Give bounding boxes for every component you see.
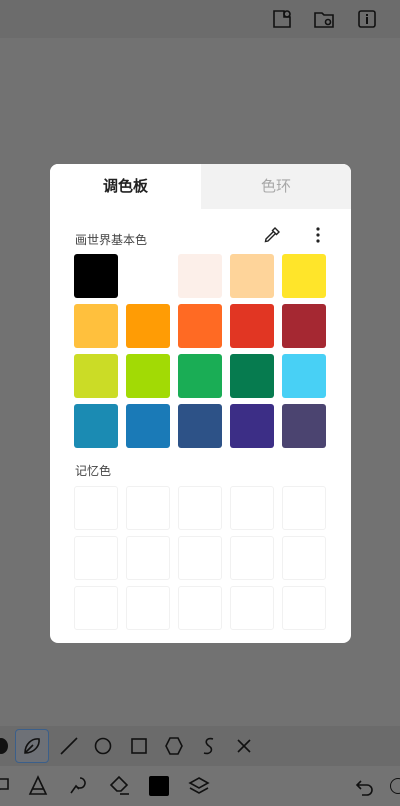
memory-color-slot[interactable] xyxy=(74,536,118,580)
close-icon[interactable] xyxy=(231,733,257,759)
color-swatch[interactable] xyxy=(178,304,222,348)
tab-palette[interactable]: 调色板 xyxy=(50,164,201,209)
freeform-shape-button[interactable] xyxy=(15,729,49,763)
dialog-tabs: 调色板 色环 xyxy=(50,164,351,209)
memory-color-slot[interactable] xyxy=(178,536,222,580)
square-icon[interactable] xyxy=(126,733,152,759)
color-swatch[interactable] xyxy=(74,354,118,398)
top-toolbar xyxy=(0,0,400,38)
memory-color-slot[interactable] xyxy=(178,586,222,630)
memory-color-slot[interactable] xyxy=(230,586,274,630)
memory-color-slot[interactable] xyxy=(126,486,170,530)
gallery-icon[interactable] xyxy=(312,7,336,31)
memory-color-slot[interactable] xyxy=(282,486,326,530)
basic-colors-label: 画世界基本色 xyxy=(75,233,148,247)
line-icon[interactable] xyxy=(56,733,82,759)
memory-color-slot[interactable] xyxy=(74,486,118,530)
main-toolbar xyxy=(0,766,400,806)
select-icon[interactable] xyxy=(0,773,14,799)
circle-icon[interactable] xyxy=(90,733,116,759)
memory-color-slot[interactable] xyxy=(230,536,274,580)
eraser-icon[interactable] xyxy=(107,773,133,799)
layers-icon[interactable] xyxy=(186,773,212,799)
color-swatch[interactable] xyxy=(282,254,326,298)
color-swatch[interactable] xyxy=(74,304,118,348)
color-swatch[interactable] xyxy=(282,304,326,348)
tab-color-wheel[interactable]: 色环 xyxy=(201,164,351,209)
layer-info-icon[interactable] xyxy=(270,7,294,31)
color-swatch[interactable] xyxy=(178,354,222,398)
lasso-icon[interactable] xyxy=(0,733,14,759)
color-swatch[interactable] xyxy=(126,254,170,298)
color-swatch[interactable] xyxy=(230,354,274,398)
memory-colors-label: 记忆色 xyxy=(75,464,112,478)
color-swatch[interactable] xyxy=(126,404,170,448)
memory-color-slot[interactable] xyxy=(282,536,326,580)
color-swatch[interactable] xyxy=(282,354,326,398)
memory-color-slot[interactable] xyxy=(282,586,326,630)
undo-icon[interactable] xyxy=(352,773,378,799)
color-swatch[interactable] xyxy=(178,404,222,448)
color-swatch[interactable] xyxy=(178,254,222,298)
memory-color-slot[interactable] xyxy=(74,586,118,630)
eyedropper-icon[interactable] xyxy=(262,225,282,245)
memory-color-slot[interactable] xyxy=(126,586,170,630)
more-options-icon[interactable] xyxy=(308,225,328,245)
color-swatch[interactable] xyxy=(126,354,170,398)
color-swatch[interactable] xyxy=(126,304,170,348)
shape-toolbar xyxy=(0,726,400,766)
brush-icon[interactable] xyxy=(65,773,91,799)
color-swatch[interactable] xyxy=(282,404,326,448)
curve-icon[interactable] xyxy=(196,733,222,759)
color-swatch[interactable] xyxy=(230,404,274,448)
color-icon[interactable] xyxy=(149,776,169,796)
color-palette-dialog: 调色板 色环 画世界基本色 记忆色 xyxy=(50,164,351,643)
info-icon[interactable] xyxy=(355,7,379,31)
hexagon-icon[interactable] xyxy=(161,733,187,759)
memory-color-slot[interactable] xyxy=(126,536,170,580)
memory-color-slot[interactable] xyxy=(178,486,222,530)
memory-color-slot[interactable] xyxy=(230,486,274,530)
redo-icon[interactable] xyxy=(390,778,400,794)
color-swatch[interactable] xyxy=(230,254,274,298)
color-swatch[interactable] xyxy=(230,304,274,348)
color-swatch[interactable] xyxy=(74,254,118,298)
fill-icon[interactable] xyxy=(25,773,51,799)
color-swatch[interactable] xyxy=(74,404,118,448)
freeform-icon xyxy=(24,738,40,754)
